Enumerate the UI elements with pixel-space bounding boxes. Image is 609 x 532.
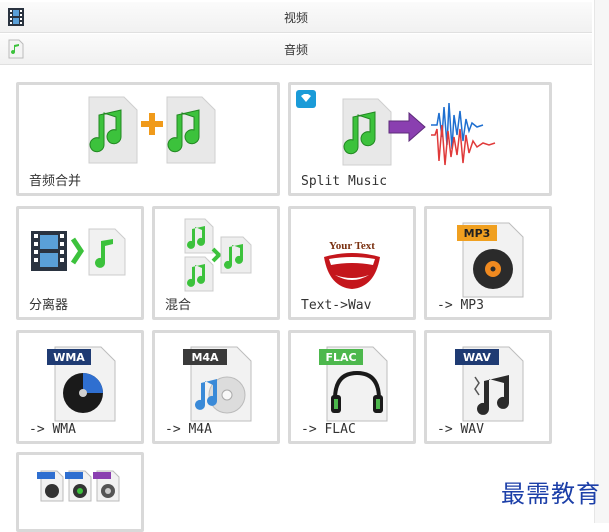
to-m4a-tile[interactable]: M4A -> M4A (152, 330, 280, 444)
to-wma-label: -> WMA (29, 422, 76, 437)
mp3-badge-text: MP3 (464, 227, 491, 240)
music-file-icon (8, 39, 24, 59)
to-mp3-tile[interactable]: MP3 -> MP3 (424, 206, 552, 320)
to-flac-tile[interactable]: FLAC -> FLAC (288, 330, 416, 444)
audio-merge-tile[interactable]: 音频合并 (16, 82, 280, 196)
audio-category-row[interactable]: 音频 (0, 34, 592, 65)
splitter-tile[interactable]: 分离器 (16, 206, 144, 320)
to-m4a-label: -> M4A (165, 422, 212, 437)
to-wma-tile[interactable]: WMA -> WMA (16, 330, 144, 444)
flac-badge-text: FLAC (325, 351, 356, 364)
to-wav-label: -> WAV (437, 422, 484, 437)
wma-badge-text: WMA (53, 351, 85, 364)
video-category-label: 视频 (283, 10, 308, 25)
split-music-label: Split Music (301, 174, 388, 189)
vertical-scrollbar[interactable] (594, 0, 609, 523)
text-to-wav-tile[interactable]: Your Text Text->Wav (288, 206, 416, 320)
m4a-badge-text: M4A (191, 351, 219, 364)
mixer-tile[interactable]: 混合 (152, 206, 280, 320)
batch-convert-tile[interactable] (16, 452, 144, 532)
audio-merge-label: 音频合并 (29, 174, 82, 189)
splitter-label: 分离器 (29, 298, 69, 313)
text-to-wav-label: Text->Wav (301, 298, 372, 313)
audio-category-label: 音频 (283, 42, 308, 57)
to-flac-label: -> FLAC (301, 422, 356, 437)
mixer-label: 混合 (165, 298, 192, 313)
wav-badge-text: WAV (463, 351, 491, 364)
batch-files-icon (37, 470, 120, 502)
split-music-tile[interactable]: Split Music (288, 82, 552, 196)
watermark-text: 最需教育 (501, 480, 601, 508)
film-strip-icon (8, 8, 24, 26)
video-category-row[interactable]: 视频 (0, 2, 592, 33)
your-text-caption: Your Text (329, 240, 375, 252)
to-mp3-label: -> MP3 (437, 298, 484, 313)
to-wav-tile[interactable]: WAV -> WAV (424, 330, 552, 444)
